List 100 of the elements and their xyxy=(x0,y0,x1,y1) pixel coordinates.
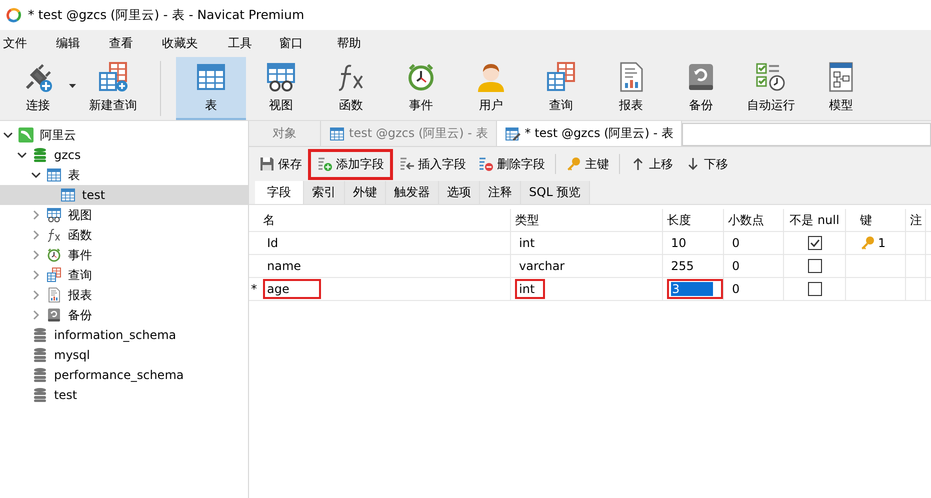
toolbar-button[interactable]: 自动运行 xyxy=(736,57,806,120)
tab[interactable]: SQL 预览 xyxy=(521,181,590,204)
table-cell-text: varchar xyxy=(518,258,566,275)
toolbar-button[interactable]: 查询 xyxy=(526,57,596,120)
checkbox[interactable] xyxy=(808,236,822,250)
key-icon xyxy=(566,156,582,172)
table-cell: 3 xyxy=(667,279,723,299)
tree-item[interactable]: 报表 xyxy=(46,285,92,305)
tab[interactable]: 触发器 xyxy=(386,181,439,204)
toolbar-button[interactable]: 视图 xyxy=(246,57,316,120)
chevron-right-icon[interactable] xyxy=(31,290,41,300)
toolbar-button[interactable]: 函数 xyxy=(316,57,386,120)
table-icon xyxy=(46,167,62,183)
toolbar-button[interactable]: 备份 xyxy=(666,57,736,120)
key-number: 1 xyxy=(878,236,886,250)
column-header[interactable]: 名 xyxy=(259,209,511,231)
tables-icon xyxy=(97,61,129,93)
column-header[interactable]: 小数点 xyxy=(724,209,784,231)
table-cell-text: 0 xyxy=(731,281,741,298)
restore-icon xyxy=(46,307,62,323)
tree-item[interactable]: gzcs xyxy=(32,145,81,165)
toolbar-button[interactable]: 添加字段 xyxy=(308,148,393,180)
toolbar-button[interactable]: 报表 xyxy=(596,57,666,120)
toolbar-button[interactable]: 保存 xyxy=(253,148,308,180)
table-icon xyxy=(329,126,345,142)
menu-item[interactable]: 编辑 xyxy=(53,35,106,52)
person-icon xyxy=(475,61,507,93)
toolbar-button[interactable]: 新建查询 xyxy=(78,57,148,120)
menu-item[interactable]: 收藏夹 xyxy=(159,35,225,52)
add-field-icon xyxy=(317,156,333,172)
key-icon xyxy=(860,235,876,251)
tree-item[interactable]: 阿里云 xyxy=(18,125,76,145)
toolbar-button[interactable]: 表 xyxy=(176,57,246,120)
tab[interactable]: 外键 xyxy=(345,181,386,204)
tab[interactable]: 索引 xyxy=(304,181,345,204)
alarm-clock-icon xyxy=(46,247,62,263)
menu-item[interactable]: 工具 xyxy=(225,35,276,52)
chevron-down-icon[interactable] xyxy=(3,130,13,140)
column-header[interactable]: 键 xyxy=(846,209,906,231)
database-icon xyxy=(32,367,48,383)
toolbar-button[interactable]: 连接 xyxy=(3,57,73,120)
column-header[interactable]: 长度 xyxy=(663,209,724,231)
chevron-down-icon[interactable] xyxy=(17,150,27,160)
tab[interactable]: 字段 xyxy=(255,181,304,204)
checklist-clock-icon xyxy=(755,61,787,93)
chevron-right-icon[interactable] xyxy=(31,230,41,240)
tree-item[interactable]: 函数 xyxy=(46,225,92,245)
column-header[interactable]: 不是 null xyxy=(784,209,846,231)
tab[interactable]: 选项 xyxy=(439,181,480,204)
checkbox[interactable] xyxy=(808,282,822,296)
table-cell-text: name xyxy=(266,258,302,275)
tree-item[interactable]: test xyxy=(60,185,106,205)
toolbar-button[interactable]: 删除字段 xyxy=(472,148,551,180)
chevron-down-icon[interactable] xyxy=(31,170,41,180)
tree-item[interactable]: 视图 xyxy=(46,205,92,225)
dropdown-caret-icon[interactable] xyxy=(69,84,76,88)
glasses-table-icon xyxy=(46,207,62,223)
tree-item[interactable]: mysql xyxy=(32,345,90,365)
toolbar-button[interactable]: 用户 xyxy=(456,57,526,120)
database-icon xyxy=(32,327,48,343)
chevron-right-icon[interactable] xyxy=(31,310,41,320)
database-icon xyxy=(32,347,48,363)
tree-item[interactable]: 查询 xyxy=(46,265,92,285)
toolbar-button[interactable]: 上移 xyxy=(624,148,679,180)
toolbar-button[interactable]: 下移 xyxy=(679,148,734,180)
table-cell-text: 0 xyxy=(731,235,741,252)
table-cell-text: 10 xyxy=(670,235,688,252)
menu-item[interactable]: 文件 xyxy=(0,35,53,52)
tree-item[interactable]: performance_schema xyxy=(32,365,184,385)
table-cell: int xyxy=(515,279,545,299)
column-header[interactable]: 类型 xyxy=(511,209,663,231)
menu-item[interactable]: 查看 xyxy=(106,35,159,52)
toolbar-button[interactable]: 插入字段 xyxy=(393,148,472,180)
table-cell-text: 0 xyxy=(731,258,741,275)
glasses-table-icon xyxy=(265,61,297,93)
table-icon xyxy=(195,61,227,93)
toolbar-button[interactable]: 模型 xyxy=(806,57,876,120)
database-icon xyxy=(32,387,48,403)
delete-field-icon xyxy=(478,156,494,172)
table-icon xyxy=(60,187,76,203)
tab[interactable]: 注释 xyxy=(480,181,521,204)
window-title: * test @gzcs (阿里云) - 表 - Navicat Premium xyxy=(28,6,304,24)
chevron-right-icon[interactable] xyxy=(31,270,41,280)
tables-icon xyxy=(545,61,577,93)
document-tab[interactable]: * test @gzcs (阿里云) - 表 xyxy=(496,121,682,146)
tree-item[interactable]: test xyxy=(32,385,78,405)
tree-item[interactable]: information_schema xyxy=(32,325,176,345)
tree-item[interactable]: 表 xyxy=(46,165,80,185)
table-cell-text: 255 xyxy=(670,258,695,275)
tree-item[interactable]: 事件 xyxy=(46,245,92,265)
chevron-right-icon[interactable] xyxy=(31,210,41,220)
chevron-right-icon[interactable] xyxy=(31,250,41,260)
menu-item[interactable]: 窗口 xyxy=(276,35,334,52)
tree-item[interactable]: 备份 xyxy=(46,305,92,325)
checkbox[interactable] xyxy=(808,259,822,273)
toolbar-button[interactable]: 事件 xyxy=(386,57,456,120)
column-header[interactable]: 注 xyxy=(906,209,926,231)
menu-item[interactable]: 帮助 xyxy=(334,35,387,52)
report-icon xyxy=(46,287,62,303)
toolbar-button[interactable]: 主键 xyxy=(560,148,615,180)
